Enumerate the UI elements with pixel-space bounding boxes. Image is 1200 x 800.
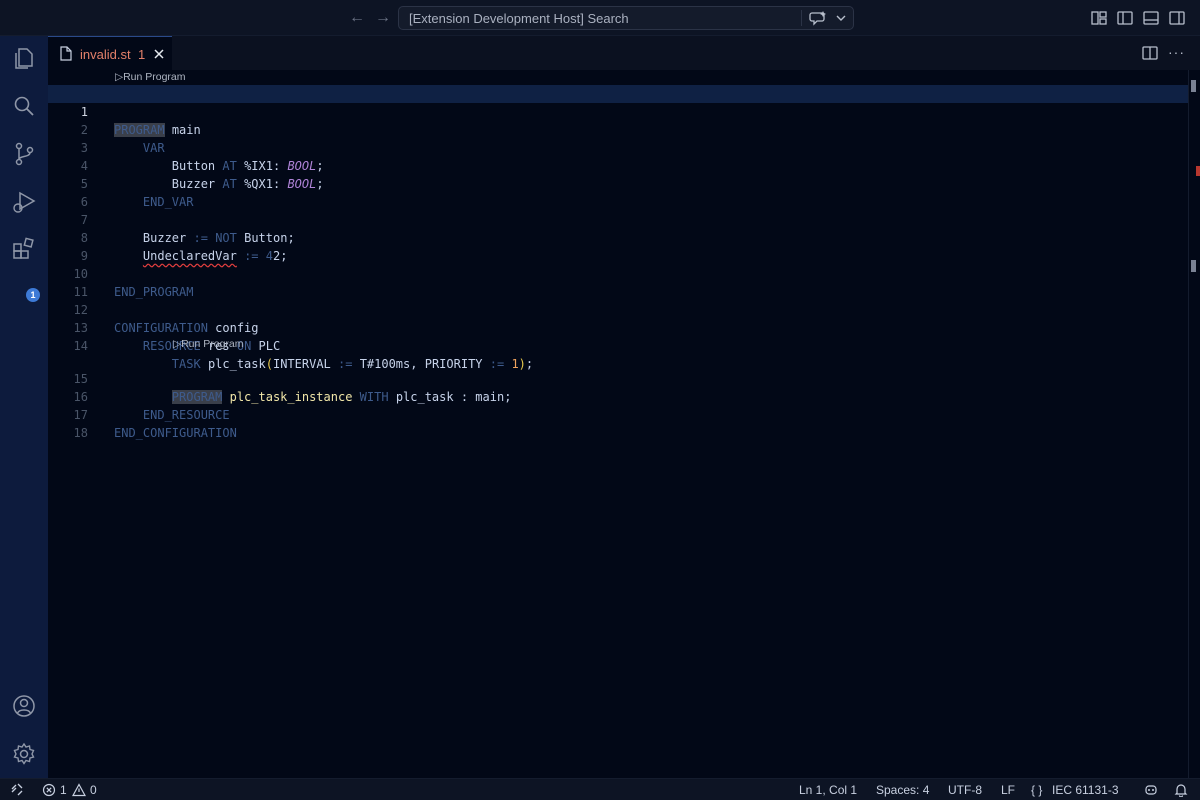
- code-line[interactable]: 1 PROGRAM main: [48, 85, 1188, 137]
- code-line[interactable]: 10 END_PROGRAM: [48, 247, 1188, 299]
- toggle-panel-icon[interactable]: [1142, 9, 1160, 27]
- scrollbar-cursor-marker: [1191, 80, 1196, 92]
- code-line[interactable]: 6: [48, 175, 1188, 209]
- customize-layout-icon[interactable]: [1090, 9, 1108, 27]
- tab-invalid-st[interactable]: invalid.st 1: [48, 36, 172, 70]
- code-editor[interactable]: ▷Run Program 1 PROGRAM main 2 VAR 3 Butt…: [48, 70, 1200, 778]
- account-icon[interactable]: [10, 692, 38, 720]
- extensions-badge: 1: [26, 288, 40, 302]
- file-icon: [60, 46, 72, 61]
- tab-label: invalid.st: [80, 47, 131, 62]
- search-divider: [801, 10, 802, 26]
- source-control-icon[interactable]: [10, 140, 38, 168]
- code-line[interactable]: 5 END_VAR: [48, 157, 1188, 209]
- code-line[interactable]: 14 TASK plc_task(INTERVAL := T#100ms, PR…: [48, 319, 1188, 371]
- editor-tab-bar: invalid.st 1 ···: [48, 36, 1200, 70]
- split-editor-icon[interactable]: [1142, 45, 1158, 61]
- warning-count[interactable]: 0: [90, 783, 97, 797]
- codelens-run-program[interactable]: ▷Run Program: [115, 71, 186, 83]
- code-line[interactable]: 13 RESOURCE res ON PLC: [48, 301, 1188, 353]
- code-line[interactable]: 7 Buzzer := NOT Button;: [48, 193, 1188, 245]
- extensions-icon[interactable]: [10, 236, 38, 264]
- code-line[interactable]: 16 END_RESOURCE: [48, 370, 1188, 422]
- line-number: 18: [73, 426, 88, 440]
- code-line[interactable]: 3 Button AT %IX1: BOOL;: [48, 121, 1188, 173]
- code-line[interactable]: 9: [48, 229, 1188, 263]
- code-line[interactable]: 18: [48, 406, 1188, 440]
- cursor-position[interactable]: Ln 1, Col 1: [799, 783, 857, 797]
- copilot-chat-icon[interactable]: [809, 10, 827, 26]
- chevron-down-icon[interactable]: [835, 10, 847, 26]
- close-icon[interactable]: [152, 47, 166, 61]
- error-icon[interactable]: [42, 783, 56, 797]
- vertical-scrollbar[interactable]: [1188, 70, 1200, 778]
- settings-gear-icon[interactable]: [10, 740, 38, 768]
- scrollbar-error-marker: [1196, 166, 1200, 176]
- status-bar: 1 0 Ln 1, Col 1 Spaces: 4 UTF-8 LF { } I…: [0, 778, 1200, 800]
- forward-arrow-icon[interactable]: →: [374, 9, 392, 27]
- language-braces-icon: { }: [1031, 783, 1043, 797]
- code-line[interactable]: 15 PROGRAM plc_task_instance WITH plc_ta…: [48, 352, 1188, 404]
- run-debug-icon[interactable]: [10, 188, 38, 216]
- title-bar: ← → [Extension Development Host] Search: [0, 0, 1200, 36]
- indentation-setting[interactable]: Spaces: 4: [876, 783, 929, 797]
- code-line[interactable]: 17 END_CONFIGURATION: [48, 388, 1188, 440]
- code-line[interactable]: 8 UndeclaredVar := 42;: [48, 211, 1188, 263]
- code-line[interactable]: 12 CONFIGURATION config: [48, 283, 1188, 335]
- toggle-secondary-sidebar-icon[interactable]: [1168, 9, 1186, 27]
- code-line[interactable]: 11: [48, 265, 1188, 299]
- remote-icon[interactable]: [10, 783, 24, 797]
- scrollbar-thumb[interactable]: [1191, 260, 1196, 272]
- end-of-line[interactable]: LF: [1001, 783, 1015, 797]
- codelens-run-program[interactable]: ▷Run Program: [173, 338, 244, 350]
- copilot-icon[interactable]: [1144, 783, 1158, 797]
- more-actions-icon[interactable]: ···: [1168, 44, 1188, 62]
- file-encoding[interactable]: UTF-8: [948, 783, 982, 797]
- notifications-bell-icon[interactable]: [1174, 783, 1188, 797]
- warning-icon[interactable]: [72, 783, 86, 797]
- search-icon[interactable]: [10, 92, 38, 120]
- tab-problem-count: 1: [138, 47, 146, 62]
- code-line[interactable]: 2 VAR: [48, 103, 1188, 155]
- language-mode[interactable]: IEC 61131-3: [1052, 783, 1119, 797]
- code-line[interactable]: 4 Buzzer AT %QX1: BOOL;: [48, 139, 1188, 191]
- command-center-label: [Extension Development Host] Search: [409, 11, 629, 26]
- error-count[interactable]: 1: [60, 783, 67, 797]
- explorer-icon[interactable]: [10, 44, 38, 72]
- command-center-search[interactable]: [Extension Development Host] Search: [398, 6, 854, 30]
- activity-bar: 1: [0, 36, 48, 778]
- toggle-primary-sidebar-icon[interactable]: [1116, 9, 1134, 27]
- back-arrow-icon[interactable]: ←: [348, 9, 366, 27]
